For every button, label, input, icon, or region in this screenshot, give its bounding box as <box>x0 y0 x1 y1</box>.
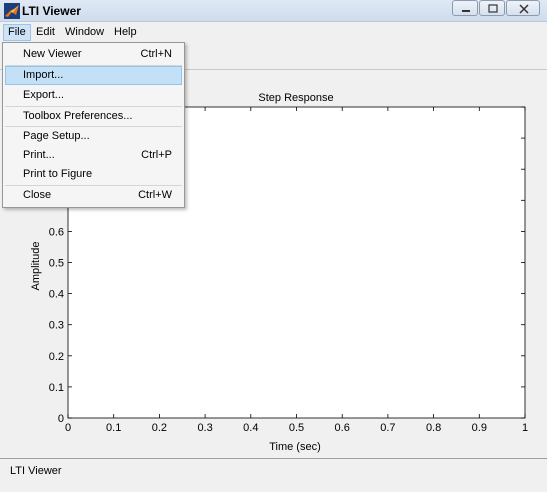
menu-item-label: Print... <box>23 149 55 161</box>
title-bar: LTI Viewer <box>0 0 547 22</box>
menu-item-toolbox-preferences[interactable]: Toolbox Preferences... <box>5 107 182 126</box>
x-tick-label: 1 <box>522 422 528 434</box>
menu-item-label: Export... <box>23 89 64 101</box>
menu-item-label: Import... <box>23 69 64 81</box>
menu-item-shortcut: Ctrl+P <box>141 149 172 161</box>
y-tick-label: 0 <box>58 413 64 425</box>
y-tick-label: 0.5 <box>49 258 64 270</box>
y-axis-label: Amplitude <box>30 242 42 291</box>
x-tick-label: 0.7 <box>380 422 395 434</box>
menu-item-label: Close <box>23 189 52 201</box>
menu-item-label: Print to Figure <box>23 168 93 180</box>
menu-item-import[interactable]: Import... <box>5 66 182 85</box>
x-tick-label: 0.9 <box>472 422 487 434</box>
menu-item-export[interactable]: Export... <box>5 86 182 105</box>
status-bar-text: LTI Viewer <box>10 465 62 477</box>
menu-item-close[interactable]: Close Ctrl+W <box>5 186 182 205</box>
x-tick-label: 0.4 <box>243 422 258 434</box>
y-tick-label: 0.4 <box>49 289 64 301</box>
minimize-button[interactable] <box>452 0 478 16</box>
menu-item-label: Page Setup... <box>23 130 90 142</box>
menu-help[interactable]: Help <box>109 24 142 41</box>
menu-bar: File Edit Window Help <box>0 22 547 42</box>
x-axis-label: Time (sec) <box>269 441 321 453</box>
maximize-icon <box>488 4 498 13</box>
menu-window[interactable]: Window <box>60 24 109 41</box>
chart-title: Step Response <box>258 92 333 104</box>
y-tick-label: 0.2 <box>49 351 64 363</box>
x-tick-label: 0 <box>65 422 71 434</box>
close-icon <box>519 4 529 14</box>
status-divider <box>0 458 547 459</box>
maximize-button[interactable] <box>479 0 505 16</box>
menu-item-print[interactable]: Print... Ctrl+P <box>5 146 182 165</box>
menu-item-shortcut: Ctrl+N <box>140 48 172 60</box>
file-menu-dropdown: New Viewer Ctrl+N Import... Export... To… <box>2 42 185 208</box>
x-tick-label: 0.8 <box>426 422 441 434</box>
x-tick-label: 0.3 <box>197 422 212 434</box>
menu-item-page-setup[interactable]: Page Setup... <box>5 127 182 146</box>
window-title: LTI Viewer <box>22 4 81 18</box>
menu-file[interactable]: File <box>3 24 31 41</box>
minimize-icon <box>462 10 470 12</box>
close-window-button[interactable] <box>506 0 540 16</box>
y-tick-label: 0.6 <box>49 226 64 238</box>
menu-item-label: Toolbox Preferences... <box>23 110 133 122</box>
y-tick-label: 0.1 <box>49 382 64 394</box>
y-tick-label: 0.3 <box>49 320 64 332</box>
x-tick-label: 0.6 <box>335 422 350 434</box>
menu-edit[interactable]: Edit <box>31 24 60 41</box>
menu-item-print-to-figure[interactable]: Print to Figure <box>5 165 182 184</box>
menu-item-new-viewer[interactable]: New Viewer Ctrl+N <box>5 45 182 64</box>
x-tick-label: 0.1 <box>106 422 121 434</box>
x-tick-label: 0.2 <box>152 422 167 434</box>
x-tick-label: 0.5 <box>289 422 304 434</box>
menu-item-label: New Viewer <box>23 48 82 60</box>
menu-item-shortcut: Ctrl+W <box>138 189 172 201</box>
matlab-logo-icon <box>4 3 20 19</box>
